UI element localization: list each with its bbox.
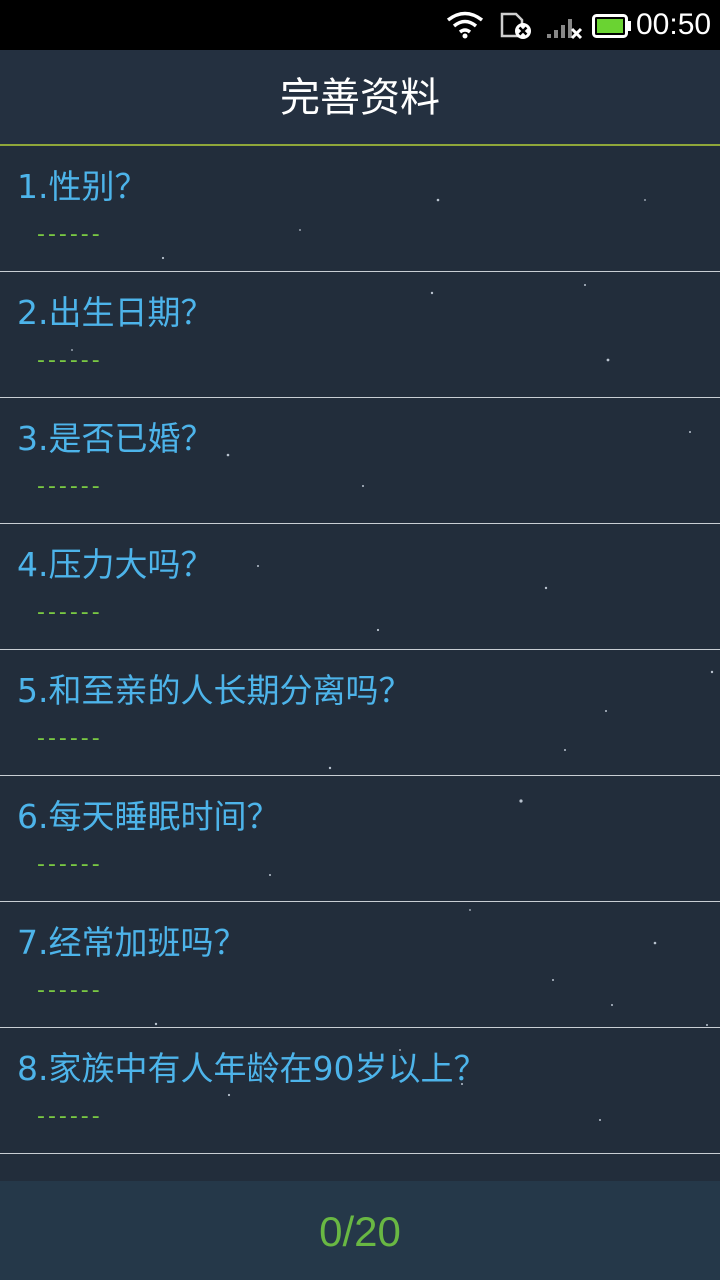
question-answer: ------	[37, 978, 103, 1003]
question-item-gender[interactable]: 1.性别？ ------	[0, 146, 720, 272]
battery-charging-icon	[592, 14, 631, 38]
page-title: 完善资料	[280, 75, 440, 121]
question-item-birth-date[interactable]: 2.出生日期？ ------	[0, 272, 720, 398]
question-title: 4.压力大吗？	[17, 545, 214, 584]
question-item-family-separation[interactable]: 5.和至亲的人长期分离吗？ ------	[0, 650, 720, 776]
question-answer: ------	[37, 348, 103, 373]
progress-count: 0/20	[319, 1208, 401, 1255]
question-answer: ------	[37, 474, 103, 499]
question-title: 2.出生日期？	[17, 293, 214, 332]
question-item-family-longevity[interactable]: 8.家族中有人年龄在90岁以上？ ------	[0, 1028, 720, 1154]
question-title: 5.和至亲的人长期分离吗？	[17, 671, 412, 710]
question-list: 1.性别？ ------ 2.出生日期？ ------ 3.是否已婚？ ----…	[0, 146, 720, 1154]
wifi-icon	[446, 11, 484, 39]
question-item-marital-status[interactable]: 3.是否已婚？ ------	[0, 398, 720, 524]
cell-signal-no-service-icon	[547, 19, 583, 40]
question-title: 1.性别？	[17, 167, 148, 206]
question-answer: ------	[37, 600, 103, 625]
question-title: 8.家族中有人年龄在90岁以上？	[17, 1049, 487, 1088]
question-title: 6.每天睡眠时间？	[17, 797, 280, 836]
sim-card-error-icon	[500, 12, 531, 39]
question-title: 7.经常加班吗？	[17, 923, 247, 962]
progress-bar: 0/20	[0, 1181, 720, 1280]
question-item-overtime[interactable]: 7.经常加班吗？ ------	[0, 902, 720, 1028]
question-item-sleep-time[interactable]: 6.每天睡眠时间？ ------	[0, 776, 720, 902]
status-time: 00:50	[636, 8, 712, 41]
status-bar: 00:50	[0, 0, 720, 50]
question-answer: ------	[37, 852, 103, 877]
question-title: 3.是否已婚？	[17, 419, 214, 458]
question-item-stress[interactable]: 4.压力大吗？ ------	[0, 524, 720, 650]
question-answer: ------	[37, 1104, 103, 1129]
title-bar: 完善资料	[0, 50, 720, 146]
question-answer: ------	[37, 726, 103, 751]
question-answer: ------	[37, 222, 103, 247]
